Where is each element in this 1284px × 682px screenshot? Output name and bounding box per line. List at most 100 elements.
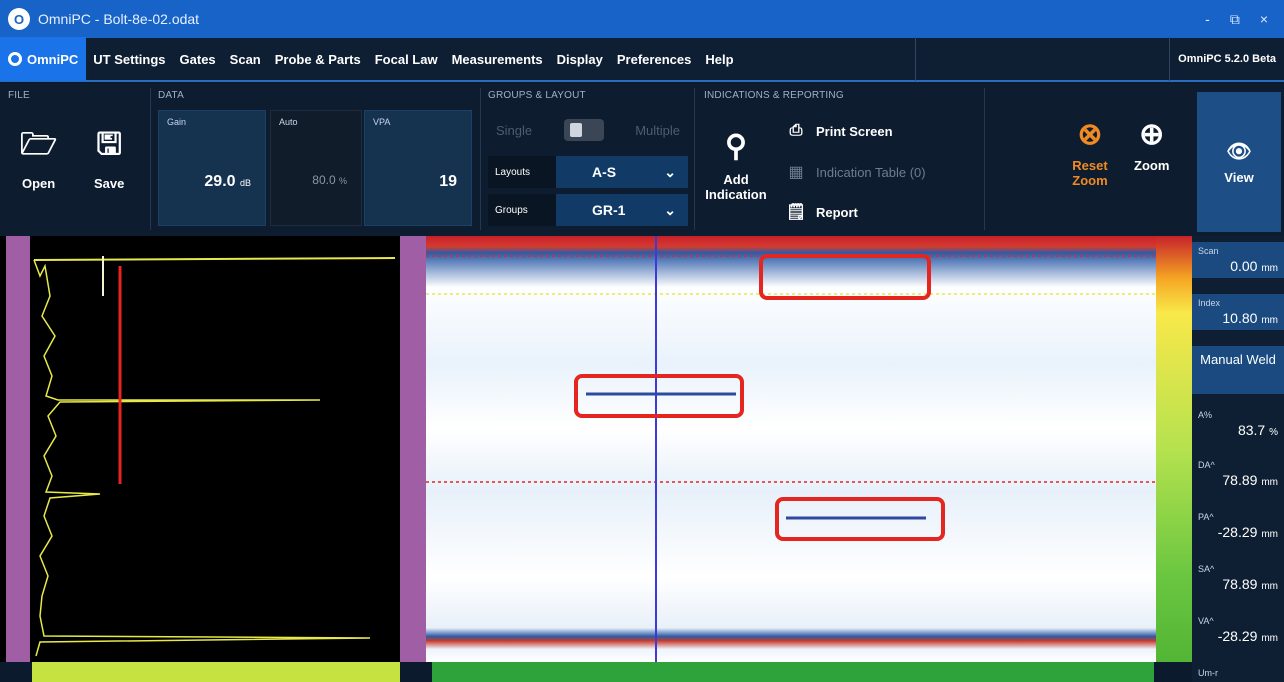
menu-bar: OmniPC UT Settings Gates Scan Probe & Pa… xyxy=(0,37,1284,82)
index-reading-label: Index xyxy=(1198,298,1221,308)
sa-value: 78.89 mm xyxy=(1222,576,1278,592)
open-label: Open xyxy=(21,176,56,191)
layouts-value: A-S xyxy=(592,164,617,180)
readings-panel: Scan 0.00 mm Index 10.80 mm Manual Weld … xyxy=(1192,236,1284,682)
gain-label: Gain xyxy=(167,117,187,127)
layouts-select[interactable]: Layouts A-S ⌄ xyxy=(488,156,688,188)
a-scan-amplitude-axis xyxy=(32,662,400,682)
more-reading-label: Um-r xyxy=(1198,668,1218,678)
vpa-card[interactable]: VPA 19 xyxy=(364,110,472,226)
menu-spacer xyxy=(914,37,995,81)
gain-card[interactable]: Gain 29.0 dB xyxy=(158,110,266,226)
groups-layout-label: GROUPS & LAYOUT xyxy=(488,90,586,101)
amplitude-color-scale xyxy=(1156,236,1192,662)
close-button[interactable]: × xyxy=(1260,11,1268,28)
b-scan-depth-ruler[interactable] xyxy=(400,236,426,662)
a-pct-reading: A% 83.7 % xyxy=(1192,406,1284,442)
gain-value: 29.0 dB xyxy=(204,173,251,190)
scan-reading-label: Scan xyxy=(1198,246,1219,256)
view-button[interactable]: 👁 View xyxy=(1197,92,1281,232)
pin-icon: ⚲ xyxy=(725,130,747,163)
zoom-in-icon: ⊕ xyxy=(1139,118,1165,151)
camera-icon: ⎙ xyxy=(789,122,803,139)
save-label: Save xyxy=(94,176,125,191)
da-reading: DA^ 78.89 mm xyxy=(1192,456,1284,492)
reset-zoom-icon: ⊗ xyxy=(1077,118,1103,151)
add-indication-button[interactable]: ⚲ Add Indication xyxy=(700,130,772,202)
groups-value: GR-1 xyxy=(592,202,626,218)
save-button[interactable]: 🖫 Save xyxy=(94,128,124,191)
single-label: Single xyxy=(496,122,533,138)
menu-probe-parts[interactable]: Probe & Parts xyxy=(268,52,368,67)
version-label: OmniPC 5.2.0 Beta xyxy=(1169,37,1284,81)
more-reading: Um-r xyxy=(1192,664,1284,682)
da-label: DA^ xyxy=(1198,460,1215,470)
ribbon-divider xyxy=(480,88,481,230)
reset-zoom-button[interactable]: ⊗ Reset Zoom xyxy=(1062,118,1118,188)
zoom-button[interactable]: ⊕ Zoom xyxy=(1134,118,1169,173)
a-pct-label: A% xyxy=(1198,410,1213,420)
scan-reading[interactable]: Scan 0.00 mm xyxy=(1192,242,1284,278)
sa-reading: SA^ 78.89 mm xyxy=(1192,560,1284,596)
omnipc-menu[interactable]: OmniPC xyxy=(0,37,87,81)
menu-scan[interactable]: Scan xyxy=(223,52,268,67)
va-value: -28.29 mm xyxy=(1217,628,1278,644)
index-reading-value: 10.80 mm xyxy=(1222,310,1278,326)
chevron-down-icon: ⌄ xyxy=(664,201,676,218)
file-group-label: FILE xyxy=(8,90,30,101)
vpa-value: 19 xyxy=(439,173,457,190)
scan-reading-value: 0.00 mm xyxy=(1230,258,1278,274)
mode-select[interactable]: Manual Weld xyxy=(1192,346,1284,394)
b-scan-view[interactable] xyxy=(426,236,1156,662)
menu-measurements[interactable]: Measurements xyxy=(445,52,550,67)
menu-ut-settings[interactable]: UT Settings xyxy=(86,52,172,67)
va-label: VA^ xyxy=(1198,616,1214,626)
b-scan-scan-axis xyxy=(432,662,1154,682)
ribbon-divider xyxy=(150,88,151,230)
indication-table-button[interactable]: ▦ Indication Table (0) xyxy=(786,162,926,182)
a-scan-view[interactable] xyxy=(0,236,400,662)
eye-icon: 👁 xyxy=(1226,141,1252,163)
add-indication-label: Add Indication xyxy=(705,172,767,202)
groups-select[interactable]: Groups GR-1 ⌄ xyxy=(488,194,688,226)
a-scan-waveform xyxy=(33,256,396,657)
indication-highlight-box xyxy=(574,374,744,418)
menu-gates[interactable]: Gates xyxy=(173,52,223,67)
vpa-label: VPA xyxy=(373,117,391,127)
index-reading[interactable]: Index 10.80 mm xyxy=(1192,294,1284,330)
indication-table-label: Indication Table (0) xyxy=(816,164,926,180)
mode-value: Manual Weld xyxy=(1200,352,1276,367)
omnipc-menu-label: OmniPC xyxy=(27,51,79,67)
title-bar: O OmniPC - Bolt-8e-02.odat - ⧉ × xyxy=(0,0,1284,38)
ribbon-divider xyxy=(694,88,695,230)
print-screen-label: Print Screen xyxy=(816,123,893,139)
pa-value: -28.29 mm xyxy=(1217,524,1278,540)
toggle-switch[interactable] xyxy=(563,119,604,141)
report-label: Report xyxy=(816,204,858,220)
folder-open-icon: 🗁 xyxy=(20,128,58,161)
zoom-label: Zoom xyxy=(1134,158,1170,173)
minimize-button[interactable]: - xyxy=(1205,11,1210,28)
multiple-label: Multiple xyxy=(635,122,680,138)
single-multiple-toggle[interactable]: Single Multiple xyxy=(488,114,688,146)
print-screen-button[interactable]: ⎙ Print Screen xyxy=(786,122,893,140)
menu-help[interactable]: Help xyxy=(698,52,740,67)
ribbon-divider xyxy=(984,88,985,230)
da-value: 78.89 mm xyxy=(1222,472,1278,488)
pa-reading: PA^ -28.29 mm xyxy=(1192,508,1284,544)
view-label: View xyxy=(1224,170,1254,185)
omnipc-brand-icon xyxy=(8,52,22,66)
window-title: OmniPC - Bolt-8e-02.odat xyxy=(38,11,200,27)
auto-card[interactable]: Auto 80.0 % xyxy=(270,110,362,226)
restore-button[interactable]: ⧉ xyxy=(1230,11,1240,28)
menu-display[interactable]: Display xyxy=(550,52,610,67)
auto-label: Auto xyxy=(279,117,298,127)
reset-zoom-label: Reset Zoom xyxy=(1072,158,1108,188)
open-button[interactable]: 🗁 Open xyxy=(20,128,57,191)
menu-focal-law[interactable]: Focal Law xyxy=(368,52,445,67)
indications-group-label: INDICATIONS & REPORTING xyxy=(704,90,844,101)
menu-preferences[interactable]: Preferences xyxy=(610,52,698,67)
auto-value: 80.0 % xyxy=(312,173,347,187)
report-button[interactable]: 🗒 Report xyxy=(786,202,858,222)
data-group-label: DATA xyxy=(158,90,184,101)
